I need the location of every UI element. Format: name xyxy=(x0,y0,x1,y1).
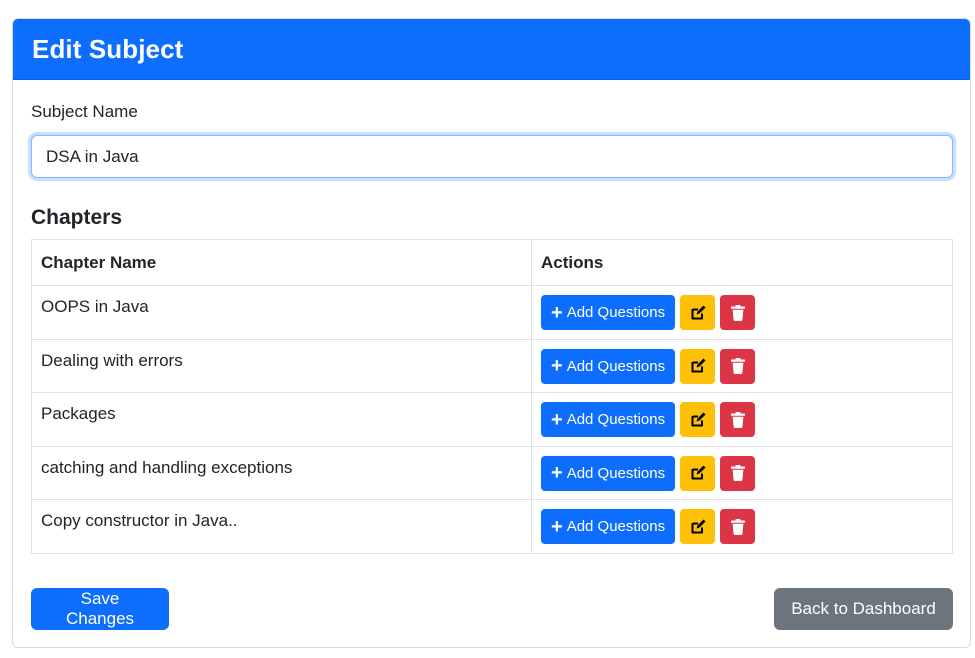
delete-chapter-button[interactable] xyxy=(720,509,756,544)
trash-icon xyxy=(730,518,745,535)
actions-cell: + Add Questions xyxy=(531,285,953,340)
subject-name-label: Subject Name xyxy=(31,102,138,121)
delete-chapter-button[interactable] xyxy=(720,455,756,491)
card-header: Edit Subject xyxy=(13,19,970,80)
add-questions-label: Add Questions xyxy=(566,357,666,375)
trash-icon xyxy=(730,465,745,481)
add-questions-button[interactable]: + Add Questions xyxy=(541,509,676,544)
trash-icon xyxy=(730,358,745,374)
chapter-name-cell: Packages xyxy=(31,392,532,447)
add-questions-label: Add Questions xyxy=(566,304,666,321)
plus-icon: + xyxy=(551,301,563,324)
add-questions-label: Add Questions xyxy=(566,411,666,428)
save-changes-button[interactable]: Save Changes xyxy=(31,588,169,630)
actions-cell: + Add Questions xyxy=(531,445,953,500)
edit-icon xyxy=(691,519,706,533)
delete-chapter-button[interactable] xyxy=(720,402,756,437)
actions-cell: + Add Questions xyxy=(531,392,953,447)
back-to-dashboard-button[interactable]: Back to Dashboard xyxy=(774,588,953,630)
column-header-chapter-name: Chapter Name xyxy=(31,239,532,286)
subject-name-input[interactable] xyxy=(31,135,953,178)
chapter-name-cell: Copy constructor in Java.. xyxy=(31,499,532,554)
add-questions-button[interactable]: + Add Questions xyxy=(541,455,676,491)
delete-chapter-button[interactable] xyxy=(720,295,756,330)
chapter-name-cell: Dealing with errors xyxy=(31,338,532,393)
delete-chapter-button[interactable] xyxy=(720,348,756,384)
table-row: Copy constructor in Java.. + Add Question… xyxy=(31,499,953,554)
edit-subject-card: Edit Subject Subject Name Chapters Chapt… xyxy=(12,18,971,648)
edit-chapter-button[interactable] xyxy=(680,295,716,330)
chapter-name-cell: OOPS in Java xyxy=(31,285,532,340)
plus-icon: + xyxy=(551,515,563,538)
edit-chapter-button[interactable] xyxy=(680,348,716,384)
column-header-actions: Actions xyxy=(531,239,953,286)
table-row: Dealing with errors + Add Questions xyxy=(31,338,953,393)
plus-icon: + xyxy=(551,355,563,377)
plus-icon: + xyxy=(551,408,563,431)
chapters-heading: Chapters xyxy=(31,206,123,229)
trash-icon xyxy=(730,304,745,321)
edit-icon xyxy=(691,465,706,480)
add-questions-label: Add Questions xyxy=(566,518,666,535)
chapters-table-body: OOPS in Java + Add Questions Dealing with… xyxy=(31,285,953,554)
table-row: Packages + Add Questions xyxy=(31,392,953,447)
trash-icon xyxy=(730,411,745,428)
add-questions-button[interactable]: + Add Questions xyxy=(541,348,676,384)
edit-chapter-button[interactable] xyxy=(680,402,716,437)
page-title: Edit Subject xyxy=(32,33,184,64)
edit-chapter-button[interactable] xyxy=(680,455,716,491)
actions-cell: + Add Questions xyxy=(531,338,953,393)
edit-chapter-button[interactable] xyxy=(680,509,716,544)
add-questions-label: Add Questions xyxy=(566,464,666,482)
table-row: catching and handling exceptions + Add Qu… xyxy=(31,445,953,500)
add-questions-button[interactable]: + Add Questions xyxy=(541,295,676,330)
table-row: OOPS in Java + Add Questions xyxy=(31,285,953,340)
edit-icon xyxy=(691,305,706,319)
add-questions-button[interactable]: + Add Questions xyxy=(541,402,676,437)
edit-icon xyxy=(691,412,706,426)
chapters-table: Chapter Name Actions OOPS in Java + Add Q… xyxy=(31,239,953,554)
chapter-name-cell: catching and handling exceptions xyxy=(31,445,532,500)
edit-icon xyxy=(691,358,706,373)
actions-cell: + Add Questions xyxy=(531,499,953,554)
table-header-row: Chapter Name Actions xyxy=(31,239,953,286)
plus-icon: + xyxy=(551,462,563,484)
